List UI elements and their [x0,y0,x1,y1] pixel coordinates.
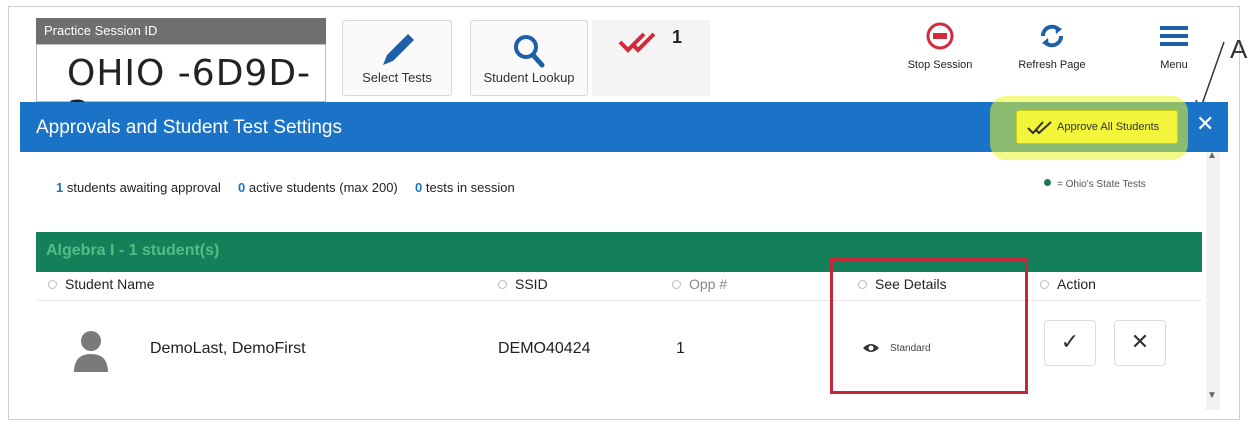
approve-all-students-button[interactable]: Approve All Students [1016,110,1178,144]
column-header-label: Action [1057,276,1096,292]
double-check-icon [618,32,656,53]
student-opp-number: 1 [676,340,685,357]
annotation-letter: A [1230,34,1248,64]
column-header-ssid[interactable]: SSID [498,276,548,292]
student-lookup-button[interactable]: Student Lookup [470,20,588,96]
awaiting-count: 1 [56,180,64,195]
sort-icon [498,280,507,289]
sort-icon [48,280,57,289]
close-panel-button[interactable]: ✕ [1196,111,1214,137]
scrollbar[interactable] [1206,152,1220,410]
column-header-opp[interactable]: Opp # [672,276,727,292]
active-count: 0 [238,180,246,195]
tests-text: tests in session [425,180,515,195]
refresh-page-label: Refresh Page [1018,59,1086,71]
stop-session-button[interactable]: Stop Session [900,22,980,71]
ohio-state-tests-legend: = Ohio's State Tests [1044,179,1146,190]
annotation-highlight-box [830,258,1028,394]
stop-icon [926,22,954,50]
session-status-summary: 1 students awaiting approval 0 active st… [56,180,515,195]
column-header-student-name[interactable]: Student Name [48,276,155,292]
select-tests-label: Select Tests [362,70,432,85]
sort-icon [1040,280,1049,289]
approve-student-button[interactable]: ✓ [1044,320,1096,366]
column-header-label: Student Name [65,276,155,292]
student-ssid: DEMO40424 [498,340,591,357]
panel-title: Approvals and Student Test Settings [36,117,342,138]
student-avatar-icon [74,331,108,372]
column-header-label: SSID [515,276,548,292]
hamburger-menu-icon [1160,26,1188,46]
sort-icon [672,280,681,289]
tests-count: 0 [415,180,423,195]
approve-all-label: Approve All Students [1057,121,1160,133]
awaiting-text: students awaiting approval [66,180,221,195]
double-check-icon [1027,121,1052,135]
student-name: DemoLast, DemoFirst [150,340,306,357]
pencil-icon [383,34,414,65]
approvals-count: 1 [672,27,683,47]
session-id-box: Practice Session ID OHIO -6D9D-3 [36,18,326,135]
legend-dot-icon [1044,179,1051,186]
legend-text: = Ohio's State Tests [1057,179,1146,190]
session-id-label: Practice Session ID [36,18,326,44]
scroll-down-icon[interactable]: ▼ [1207,390,1217,401]
refresh-page-button[interactable]: Refresh Page [1010,22,1094,71]
approvals-button[interactable]: 1 [592,20,710,96]
scroll-up-icon[interactable]: ▲ [1207,150,1217,161]
select-tests-button[interactable]: Select Tests [342,20,452,96]
stop-session-label: Stop Session [907,59,973,71]
refresh-icon [1041,24,1063,48]
session-id-value: OHIO -6D9D-3 [36,44,326,135]
search-icon [514,35,545,68]
deny-student-button[interactable]: ✕ [1114,320,1166,366]
student-lookup-label: Student Lookup [483,70,575,85]
column-header-label: Opp # [689,276,728,292]
column-header-action[interactable]: Action [1040,276,1096,292]
test-group-title: Algebra I - 1 student(s) [46,242,220,259]
active-text: active students (max 200) [248,180,398,195]
